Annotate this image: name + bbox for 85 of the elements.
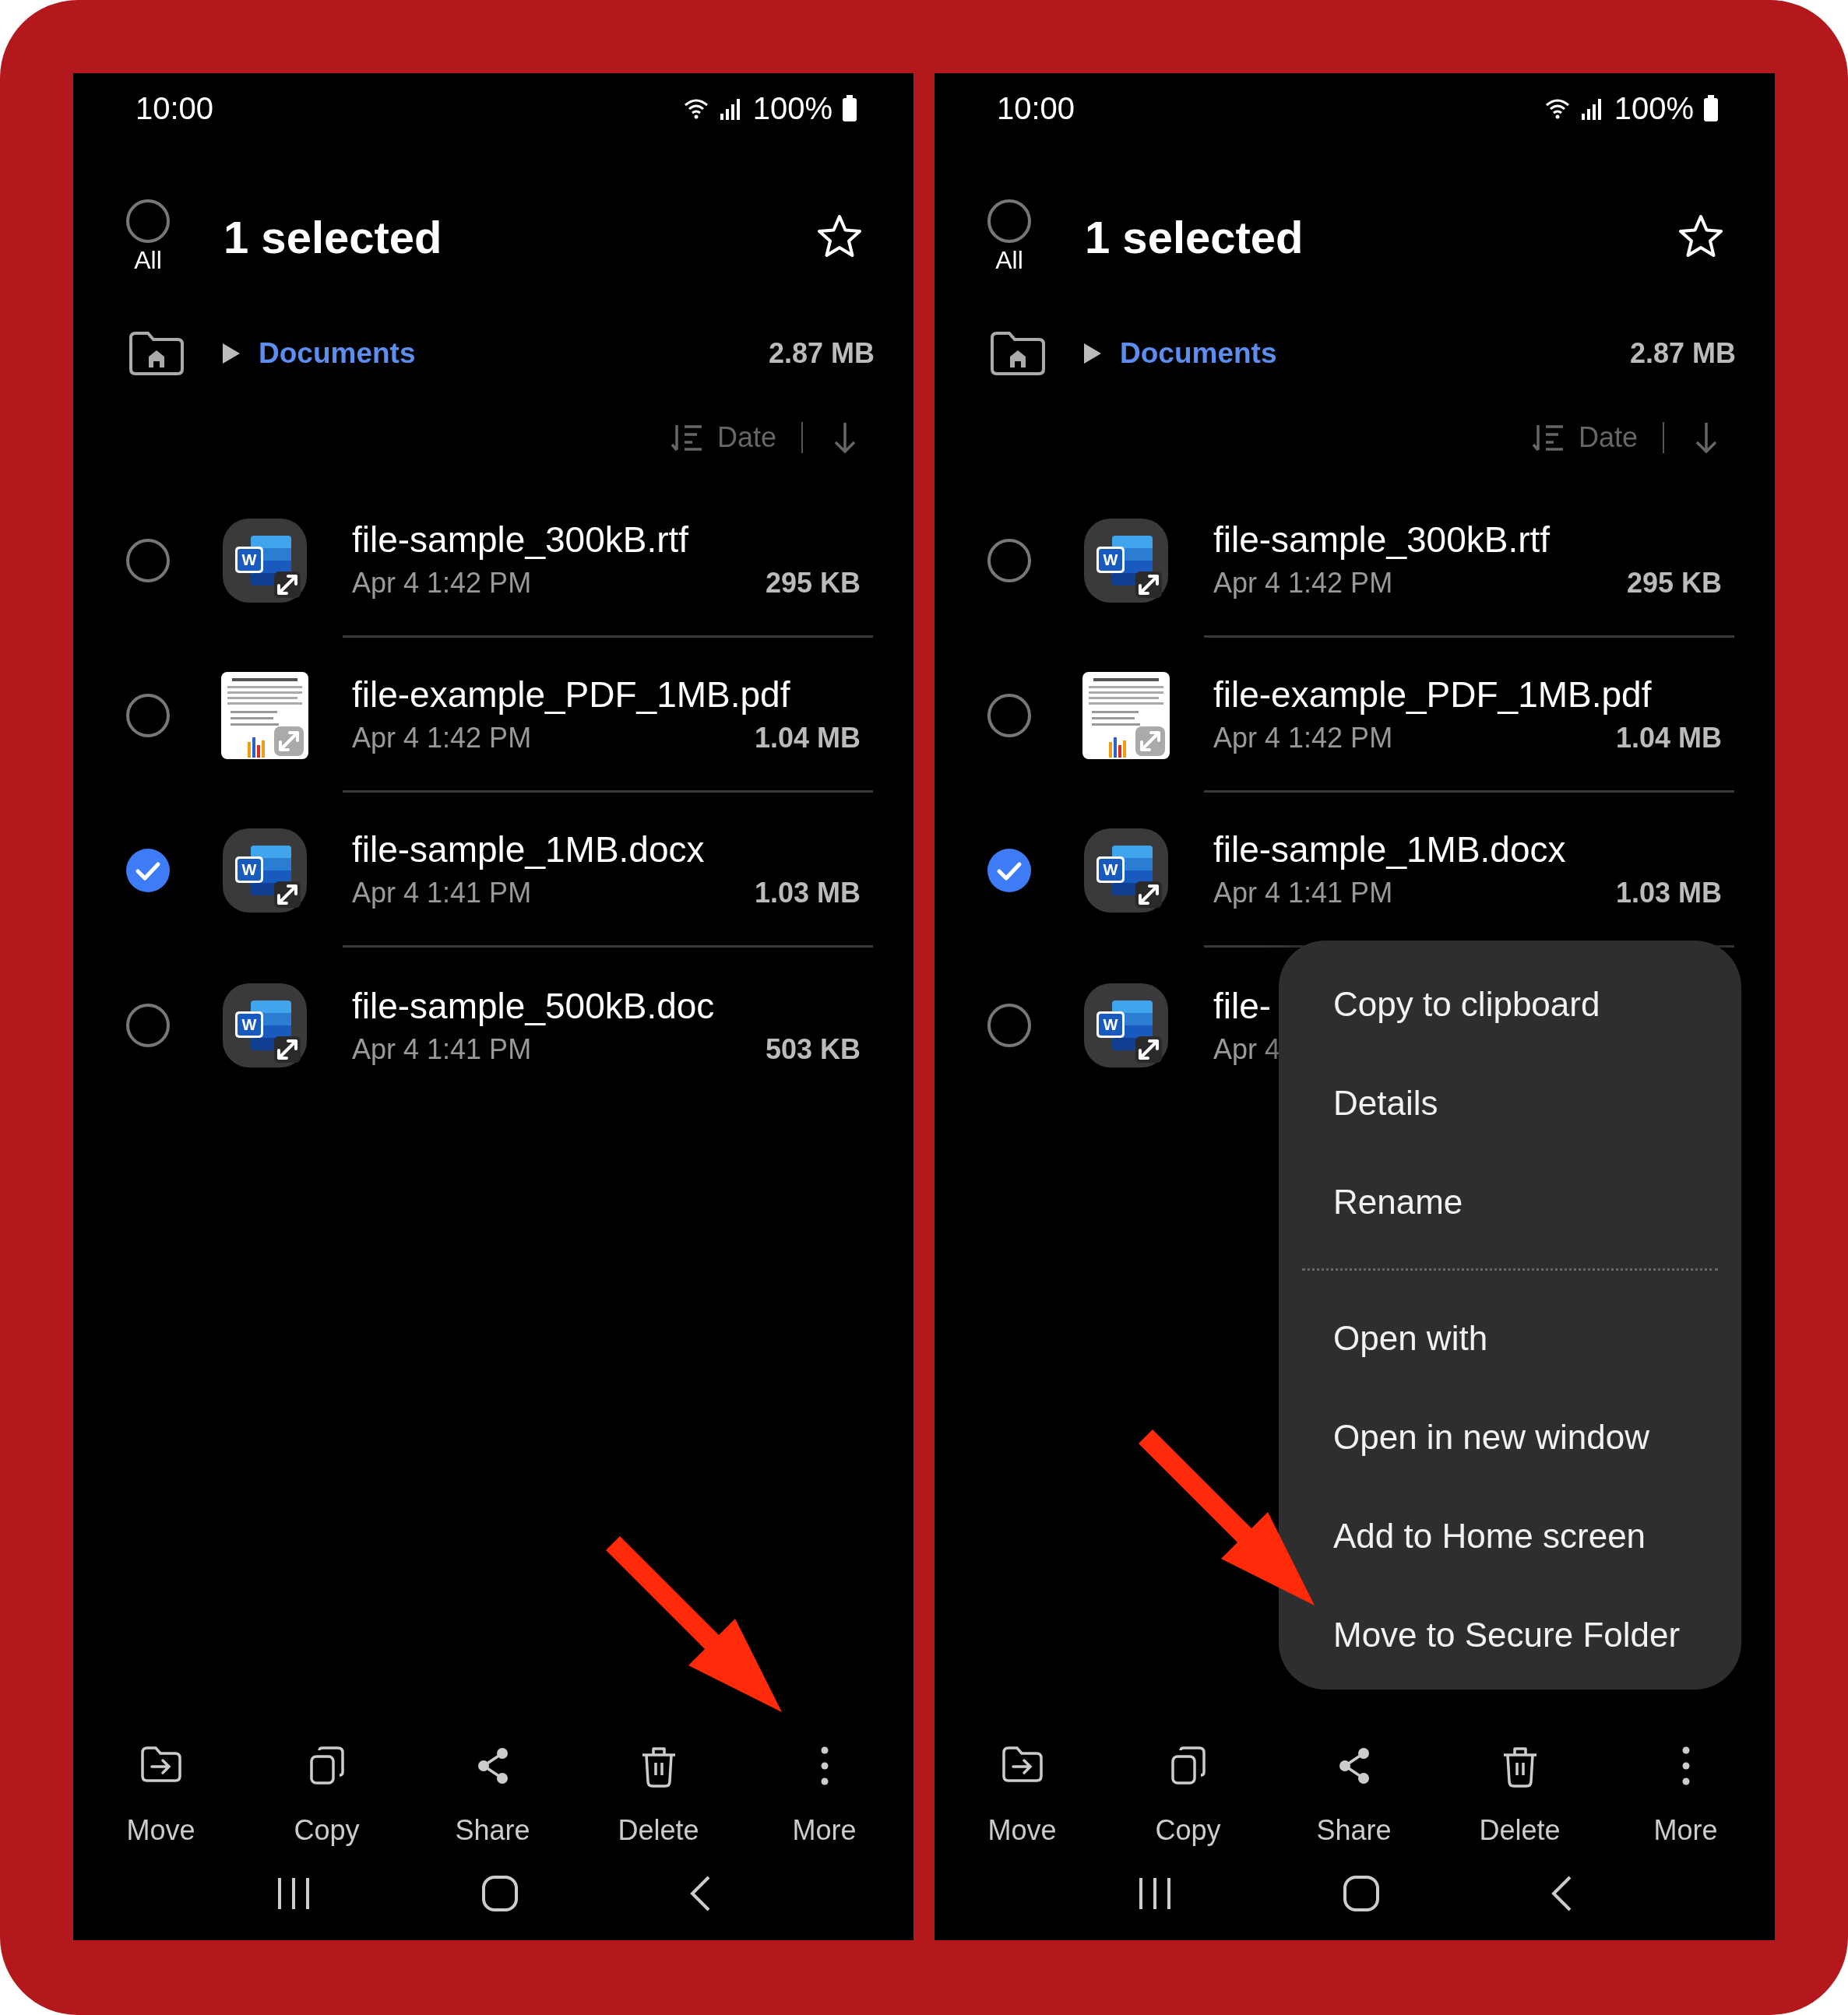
status-time: 10:00 [136,90,214,126]
file-date: Apr 4 1:42 PM [1213,722,1393,754]
file-name[interactable]: file-sample_1MB.docx [1213,828,1722,870]
copy-icon [1169,1746,1207,1786]
file-size: 1.03 MB [1615,877,1722,909]
more-button[interactable]: More [1603,1746,1769,1847]
battery-icon [1703,95,1719,121]
menu-item[interactable]: Open with [1333,1289,1488,1387]
file-name[interactable]: file-sample_300kB.rtf [1213,519,1722,561]
folder-size: 2.87 MB [768,337,875,370]
word-document-icon: W [221,826,308,914]
file-date: Apr 4 1:41 PM [352,1032,532,1066]
share-button[interactable]: Share [410,1746,576,1847]
word-document-icon: W [1082,981,1170,1069]
file-size: 1.04 MB [754,722,861,754]
file-checkbox[interactable] [986,536,1033,584]
copy-icon [308,1746,346,1786]
move-to-folder-icon [1000,1746,1044,1783]
file-date: Apr 4 1:41 PM [1213,877,1393,909]
file-checkbox[interactable] [125,691,171,739]
file-date: Apr 4 [1213,1032,1281,1066]
file-checkbox[interactable] [125,536,171,584]
file-name[interactable]: file-example_PDF_1MB.pdf [352,673,861,716]
pdf-thumbnail-icon [1082,671,1170,759]
file-date: Apr 4 1:41 PM [352,877,532,909]
menu-item[interactable]: Copy to clipboard [1333,955,1600,1053]
battery-percent: 100% [752,90,832,126]
file-size: 503 KB [765,1032,861,1066]
file-checkbox[interactable] [125,1001,171,1049]
move-button[interactable]: Move [78,1746,244,1847]
word-document-icon: W [221,981,308,1069]
word-document-icon: W [1082,826,1170,914]
select-all-checkbox[interactable] [126,199,170,243]
menu-item[interactable]: Open in new window [1333,1387,1649,1486]
delete-button[interactable]: Delete [1437,1746,1603,1847]
battery-icon [842,95,857,121]
select-all-checkbox[interactable] [987,199,1031,243]
home-icon[interactable] [1343,1875,1381,1912]
file-checkbox[interactable] [986,1001,1033,1049]
file-name[interactable]: file-sample_300kB.rtf [352,519,861,561]
menu-item[interactable]: Rename [1333,1152,1463,1251]
wifi-icon [682,97,709,119]
status-time: 10:00 [997,90,1075,126]
more-button[interactable]: More [741,1746,907,1847]
file-size: 295 KB [1626,567,1722,600]
copy-button[interactable]: Copy [1105,1746,1271,1847]
share-button[interactable]: Share [1271,1746,1437,1847]
file-date: Apr 4 1:42 PM [352,567,532,600]
selection-title: 1 selected [224,210,443,263]
breadcrumb-folder[interactable]: Documents [1120,337,1630,370]
sort-label[interactable]: Date [716,421,776,454]
pdf-thumbnail-icon [221,671,308,759]
file-checkbox[interactable] [986,691,1033,739]
folder-size: 2.87 MB [1629,337,1736,370]
copy-button[interactable]: Copy [244,1746,410,1847]
file-name[interactable]: file-example_PDF_1MB.pdf [1213,673,1722,716]
move-to-folder-icon [139,1746,183,1783]
file-size: 1.04 MB [1615,722,1722,754]
file-date: Apr 4 1:42 PM [352,722,532,754]
file-name[interactable]: file-sample_500kB.doc [352,984,861,1027]
select-all-label: All [995,245,1023,275]
home-folder-icon[interactable] [128,330,185,377]
home-icon[interactable] [481,1875,519,1912]
file-checkbox[interactable] [986,846,1033,894]
battery-percent: 100% [1614,90,1694,126]
selection-title: 1 selected [1085,210,1304,263]
menu-item[interactable]: Move to Secure Folder [1333,1585,1681,1684]
menu-item[interactable]: Details [1333,1053,1438,1152]
word-document-icon: W [1082,516,1170,604]
file-date: Apr 4 1:42 PM [1213,567,1393,600]
sort-label[interactable]: Date [1578,421,1638,454]
select-all-label: All [134,245,162,275]
move-button[interactable]: Move [939,1746,1105,1847]
file-checkbox[interactable] [125,846,171,894]
wifi-icon [1544,97,1571,119]
delete-button[interactable]: Delete [576,1746,741,1847]
file-name[interactable]: file-sample_1MB.docx [352,828,861,870]
breadcrumb-folder[interactable]: Documents [259,337,769,370]
breadcrumb-arrow-icon [1082,342,1103,365]
breadcrumb-arrow-icon [221,342,241,365]
file-size: 1.03 MB [754,877,861,909]
menu-item[interactable]: Add to Home screen [1333,1486,1646,1585]
file-size: 295 KB [765,567,861,600]
word-document-icon: W [221,516,308,604]
home-folder-icon[interactable] [989,330,1047,377]
